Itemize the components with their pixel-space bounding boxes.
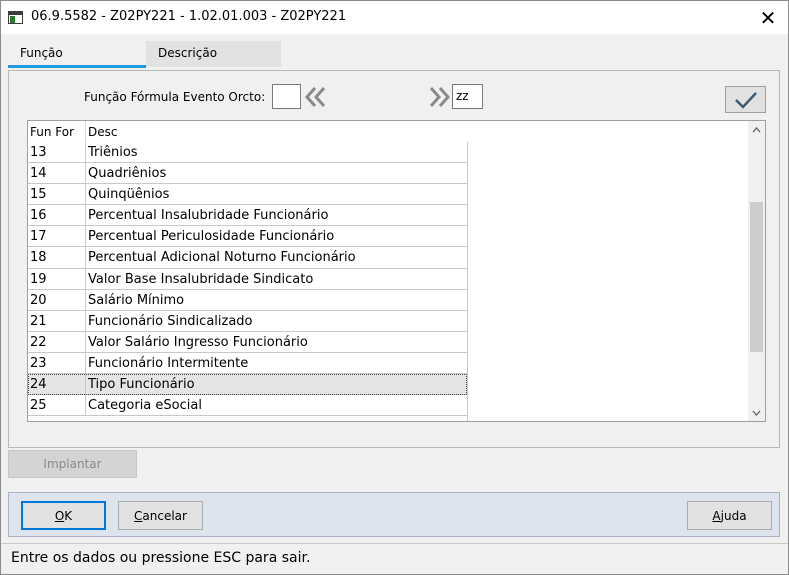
- grid-rows: 13 Triênios 14 Quadriênios 15 Quinqüênios 16 Pe…: [28, 142, 467, 417]
- window-title: 06.9.5582 - Z02PY221 - 1.02.01.003 - Z02…: [31, 9, 347, 24]
- cell-code: 13: [30, 145, 47, 160]
- cell-desc: Quadriênios: [88, 166, 167, 182]
- column-header-code[interactable]: Fun For: [30, 125, 74, 139]
- scroll-thumb[interactable]: [750, 201, 763, 352]
- scroll-up-icon[interactable]: [748, 121, 765, 138]
- ok-label-rest: K: [64, 508, 73, 523]
- range-from-input[interactable]: [272, 84, 301, 109]
- help-button[interactable]: Ajuda: [687, 501, 772, 530]
- cell-code: 24: [30, 377, 47, 393]
- cell-code: 16: [30, 208, 47, 224]
- cell-code: 17: [30, 229, 47, 245]
- cell-code: 14: [30, 166, 47, 182]
- cell-desc: Percentual Periculosidade Funcionário: [88, 229, 335, 245]
- status-message: Entre os dados ou pressione ESC para sai…: [11, 550, 311, 566]
- table-row[interactable]: 16 Percentual Insalubridade Funcionário: [28, 205, 467, 227]
- cell-code: 15: [30, 187, 47, 203]
- table-row[interactable]: 20 Salário Mínimo: [28, 289, 467, 311]
- tab-funcao[interactable]: Função: [8, 41, 146, 68]
- ok-accesskey: O: [54, 508, 65, 523]
- cell-desc: Funcionário Intermitente: [88, 355, 249, 371]
- cell-code: 21: [30, 313, 47, 329]
- checkmark-icon: [734, 91, 757, 109]
- cell-desc: Triênios: [88, 145, 138, 160]
- table-row[interactable]: 23 Funcionário Intermitente: [28, 352, 467, 375]
- vertical-scrollbar[interactable]: [748, 121, 765, 421]
- cell-code: 20: [30, 292, 47, 308]
- function-grid[interactable]: Fun For Desc 13 Triênios 14 Quadriênios 15 Qu…: [27, 120, 766, 422]
- double-chevron-right-icon[interactable]: [426, 84, 452, 109]
- scroll-down-icon[interactable]: [748, 404, 765, 421]
- button-bar: OK Cancelar Ajuda: [8, 492, 780, 537]
- cell-desc: Valor Base Insalubridade Sindicato: [88, 271, 314, 287]
- active-tab-indicator: [8, 65, 146, 68]
- table-row[interactable]: 19 Valor Base Insalubridade Sindicato: [28, 268, 467, 290]
- cell-code: 25: [30, 398, 47, 414]
- table-row[interactable]: 25 Categoria eSocial: [28, 395, 467, 417]
- app-icon: [8, 11, 23, 24]
- close-icon[interactable]: ✕: [746, 1, 789, 34]
- tab-strip: Função Descrição: [8, 41, 780, 71]
- cancel-accesskey: C: [134, 508, 143, 523]
- tab-funcao-label: Função: [20, 46, 63, 60]
- table-row[interactable]: 14 Quadriênios: [28, 163, 467, 185]
- cell-desc: Valor Salário Ingresso Funcionário: [88, 334, 308, 350]
- grid-header: Fun For Desc: [28, 121, 467, 142]
- double-chevron-left-icon[interactable]: [303, 84, 329, 109]
- range-to-input[interactable]: zz: [452, 84, 483, 109]
- title-bar: 06.9.5582 - Z02PY221 - 1.02.01.003 - Z02…: [1, 1, 788, 34]
- cell-code: 18: [30, 250, 47, 266]
- confirm-filter-button[interactable]: [725, 86, 766, 113]
- cell-desc: Salário Mínimo: [88, 292, 185, 308]
- column-header-desc[interactable]: Desc: [88, 125, 117, 139]
- ok-button[interactable]: OK: [21, 501, 106, 530]
- cancel-label-rest: ancelar: [142, 508, 187, 523]
- cell-desc: Tipo Funcionário: [88, 377, 195, 393]
- cell-code: 19: [30, 271, 47, 287]
- cell-desc: Quinqüênios: [88, 187, 170, 203]
- range-filter-label: Função Fórmula Evento Orcto:: [84, 90, 266, 104]
- help-accesskey: A: [712, 508, 721, 523]
- cell-desc: Funcionário Sindicalizado: [88, 313, 253, 329]
- cell-code: 23: [30, 355, 47, 371]
- help-label-rest: juda: [720, 508, 747, 523]
- cell-desc: Percentual Adicional Noturno Funcionário: [88, 250, 356, 266]
- table-row[interactable]: 18 Percentual Adicional Noturno Funcionár…: [28, 247, 467, 269]
- table-row[interactable]: 17 Percentual Periculosidade Funcionário: [28, 226, 467, 248]
- tab-descricao[interactable]: Descrição: [146, 41, 281, 67]
- implantar-button[interactable]: Implantar: [8, 450, 137, 478]
- table-row[interactable]: 15 Quinqüênios: [28, 184, 467, 206]
- table-row[interactable]: 22 Valor Salário Ingresso Funcionário: [28, 331, 467, 353]
- cell-code: 22: [30, 334, 47, 350]
- dialog-window: 06.9.5582 - Z02PY221 - 1.02.01.003 - Z02…: [0, 0, 789, 575]
- table-row[interactable]: 21 Funcionário Sindicalizado: [28, 310, 467, 332]
- cell-desc: Percentual Insalubridade Funcionário: [88, 208, 329, 224]
- cancel-button[interactable]: Cancelar: [118, 501, 203, 530]
- status-bar: Entre os dados ou pressione ESC para sai…: [1, 543, 788, 574]
- table-row[interactable]: 24 Tipo Funcionário: [28, 374, 467, 396]
- tab-descricao-label: Descrição: [158, 46, 218, 60]
- table-row[interactable]: 13 Triênios: [28, 142, 467, 164]
- cell-desc: Categoria eSocial: [88, 398, 202, 414]
